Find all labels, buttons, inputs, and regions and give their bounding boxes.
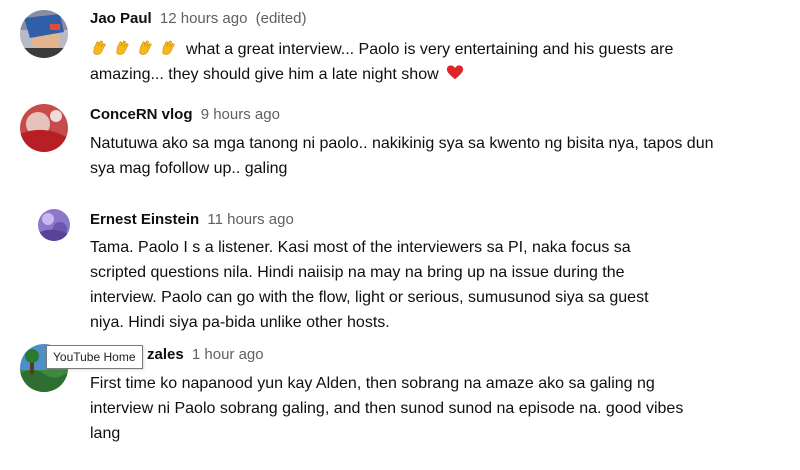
user-photo-icon bbox=[38, 209, 70, 241]
author-name[interactable]: Jao Paul bbox=[90, 10, 152, 27]
user-photo-icon bbox=[20, 10, 68, 58]
comment-line-text: what a great interview... Paolo is very … bbox=[186, 41, 674, 58]
comment-line: what a great interview... Paolo is very … bbox=[90, 37, 780, 62]
comment-line-text: scripted questions nila. Hindi naiisip n… bbox=[90, 264, 625, 281]
comment-timestamp[interactable]: 11 hours ago bbox=[207, 211, 293, 228]
comment-line-text: Natutuwa ako sa mga tanong ni paolo.. na… bbox=[90, 135, 714, 152]
comment-line-text: lang bbox=[90, 425, 121, 442]
author-name[interactable]: ConceRN vlog bbox=[90, 106, 193, 123]
red-heart-icon bbox=[446, 64, 464, 82]
comment-timestamp[interactable]: 9 hours ago bbox=[201, 106, 280, 123]
avatar[interactable] bbox=[38, 209, 70, 241]
clapping-hands-icon bbox=[136, 39, 154, 57]
comment-timestamp[interactable]: 12 hours ago bbox=[160, 10, 248, 27]
comment-line: amazing... they should give him a late n… bbox=[90, 62, 780, 87]
clapping-hands-icon bbox=[113, 39, 131, 57]
comment-timestamp[interactable]: 1 hour ago bbox=[192, 346, 264, 363]
comment-text: First time ko napanood yun kay Alden, th… bbox=[90, 371, 780, 446]
avatar[interactable] bbox=[20, 104, 68, 152]
user-photo-icon bbox=[20, 104, 68, 152]
edited-label: (edited) bbox=[255, 10, 307, 27]
avatar[interactable] bbox=[20, 10, 68, 58]
comment-text: what a great interview... Paolo is very … bbox=[90, 37, 780, 87]
comment-line-text: interview ni Paolo sobrang galing, and t… bbox=[90, 400, 684, 417]
author-name[interactable]: zales bbox=[147, 346, 184, 363]
clapping-hands-icon bbox=[90, 39, 108, 57]
comment-line-text: sya mag fofollow up.. galing bbox=[90, 160, 288, 177]
comment-line-text: Tama. Paolo I s a listener. Kasi most of… bbox=[90, 239, 631, 256]
comment-text: Natutuwa ako sa mga tanong ni paolo.. na… bbox=[90, 131, 780, 181]
comment-line-text: interview. Paolo can go with the flow, l… bbox=[90, 289, 649, 306]
comment-text: Tama. Paolo I s a listener. Kasi most of… bbox=[90, 235, 780, 335]
comment-line-text: niya. Hindi siya pa-bida unlike other ho… bbox=[90, 314, 390, 331]
comment-line-text: First time ko napanood yun kay Alden, th… bbox=[90, 375, 655, 392]
comment-line-text: amazing... they should give him a late n… bbox=[90, 66, 439, 83]
tooltip: YouTube Home bbox=[46, 345, 143, 369]
clapping-hands-icon bbox=[159, 39, 177, 57]
author-name[interactable]: Ernest Einstein bbox=[90, 211, 199, 228]
